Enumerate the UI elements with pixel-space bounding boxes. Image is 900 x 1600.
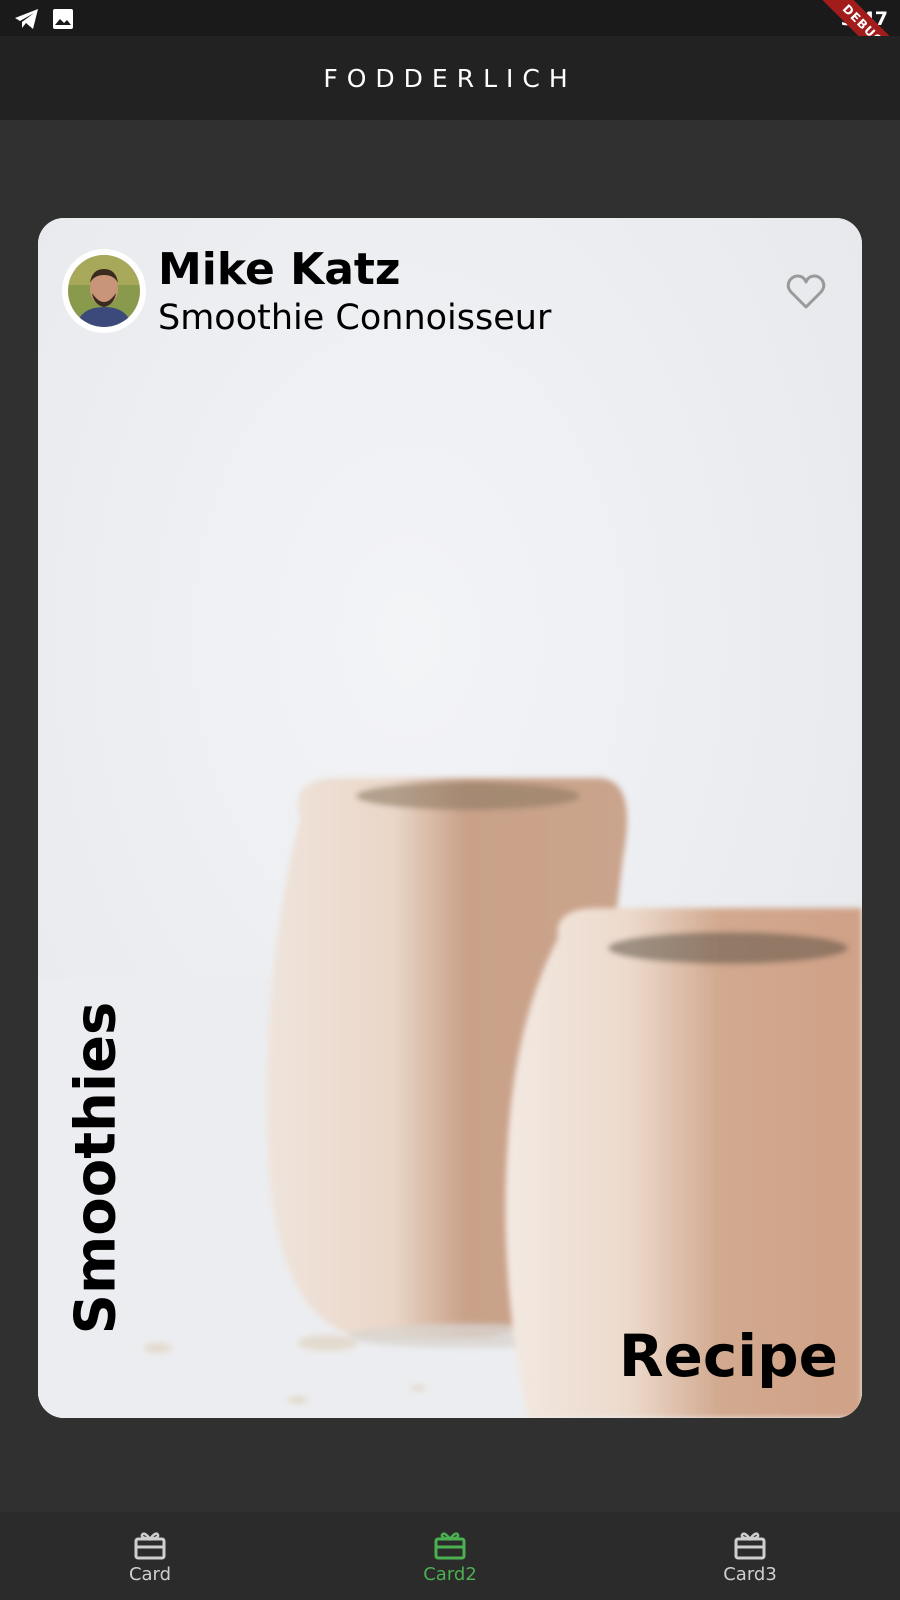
recipe-card[interactable]: Mike Katz Smoothie Connoisseur Smoothies… [38, 218, 862, 1418]
author-name: Mike Katz [158, 244, 401, 295]
category-label-wrap: Smoothies [64, 1002, 129, 1335]
app-title: FODDERLICH [323, 63, 577, 93]
image-icon [52, 8, 74, 35]
author-photo [68, 255, 140, 327]
card-icon [734, 1532, 766, 1560]
heart-outline-icon [786, 274, 826, 309]
nav-label-card3: Card3 [723, 1564, 777, 1585]
app-bar: FODDERLICH [0, 36, 900, 120]
author-avatar[interactable] [62, 249, 146, 333]
category-label: Smoothies [63, 1001, 129, 1335]
recipe-label: Recipe [618, 1322, 838, 1390]
nav-label-card2: Card2 [423, 1564, 477, 1585]
nav-item-card[interactable]: Card [0, 1512, 300, 1600]
smoothie-image [38, 218, 862, 1418]
nav-item-card3[interactable]: Card3 [600, 1512, 900, 1600]
favorite-button[interactable] [784, 270, 828, 314]
status-bar: 3:47 DEBUG [0, 0, 900, 86]
nav-label-card: Card [128, 1564, 172, 1585]
telegram-icon [14, 8, 40, 35]
card-icon [434, 1532, 466, 1560]
nav-item-card2[interactable]: Card2 [300, 1512, 600, 1600]
author-title: Smoothie Connoisseur [158, 298, 552, 338]
bottom-navigation: Card Card2 Card3 [0, 1512, 900, 1600]
card-icon [134, 1532, 166, 1560]
